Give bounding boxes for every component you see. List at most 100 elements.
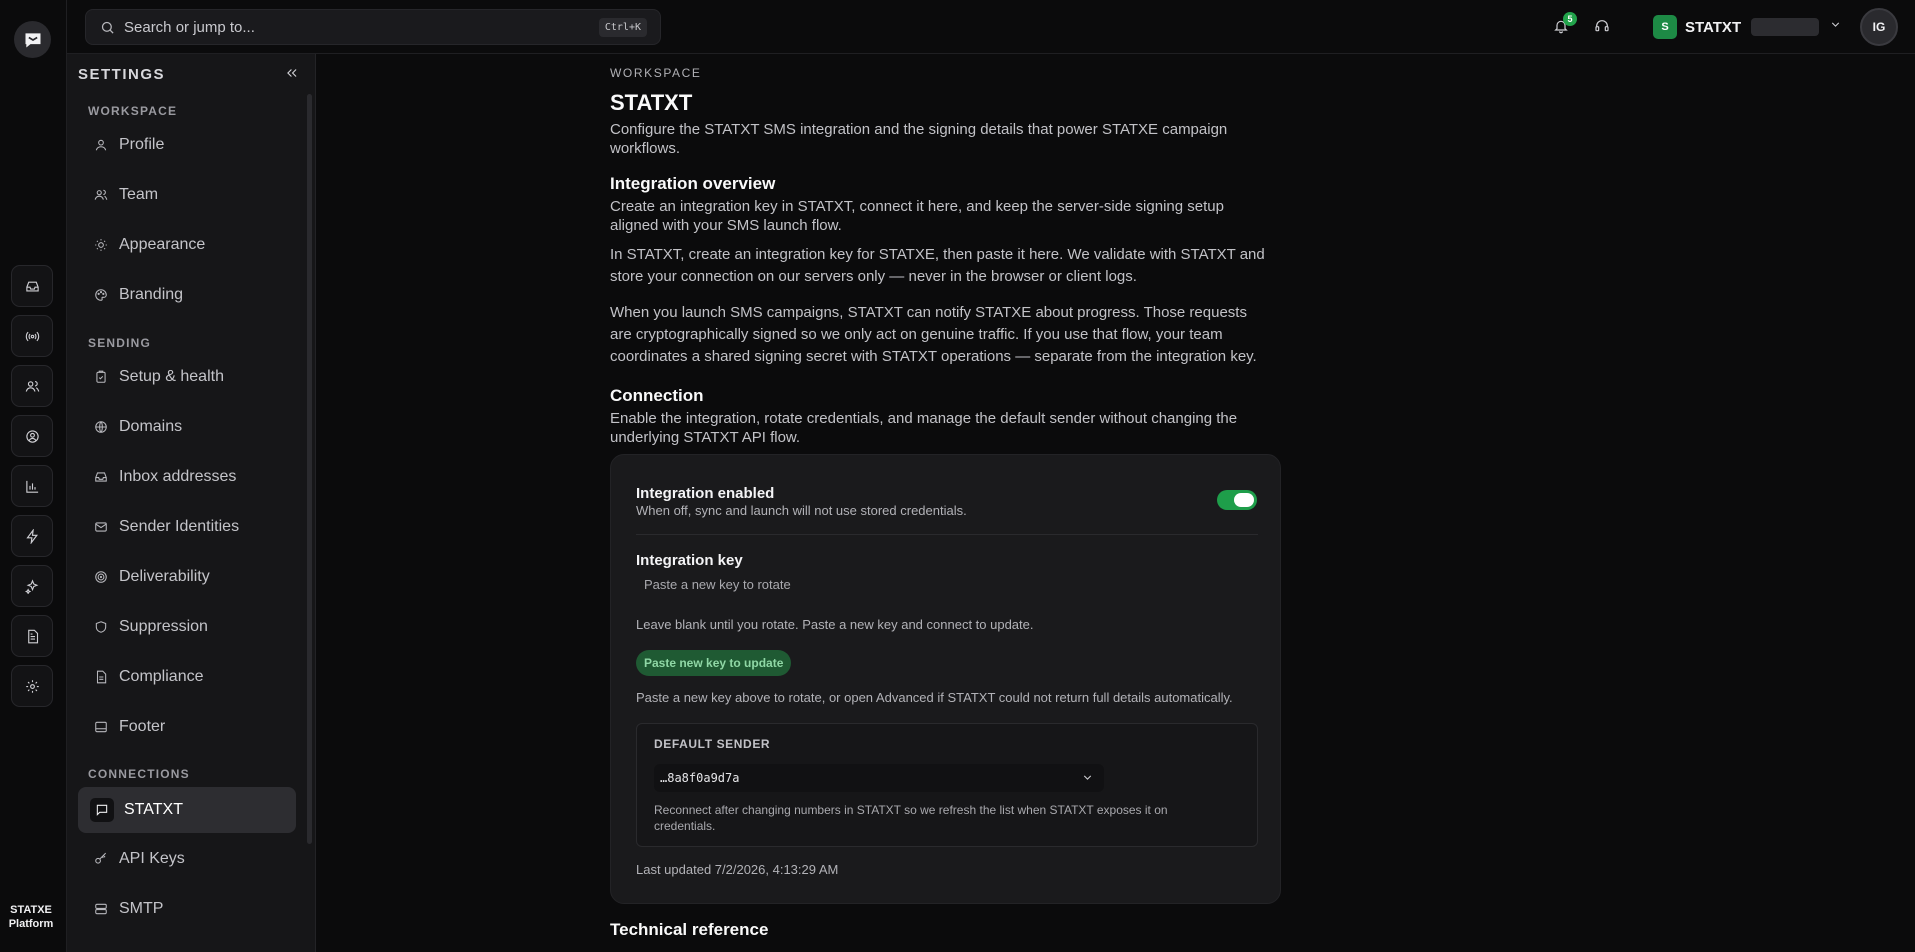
sidebar-item-label: API Keys [119,850,185,867]
sidebar-item-setup-health[interactable]: Setup & health [78,354,296,400]
message-icon [96,804,108,816]
overview-paragraph-1: In STATXT, create an integration key for… [610,246,1265,285]
brand-line-1: STATXE [10,904,52,916]
user-avatar[interactable]: IG [1860,8,1898,46]
notifications-button[interactable]: 5 [1551,12,1577,36]
ai-icon [24,578,38,594]
rail-ai-button[interactable] [11,565,53,607]
sidebar-item-smtp[interactable]: SMTP [78,886,296,932]
search-shortcut-hint: Ctrl+K [598,18,647,37]
workspace-chevron [1829,18,1842,36]
collapse-sidebar-button[interactable] [285,66,299,85]
sidebar-item-label: Inbox addresses [119,468,237,485]
account-icon [25,429,39,443]
sidebar-item-label: Suppression [119,618,208,635]
inbox-icon [25,281,39,291]
integration-key-help: Leave blank until you rotate. Paste a ne… [636,617,1034,632]
footer-icon [95,721,107,733]
sidebar-title: SETTINGS [78,66,166,83]
connection-heading: Connection [610,386,704,405]
default-sender-panel: DEFAULT SENDER …8a8f0a9d7a Reconnect aft… [636,723,1258,847]
sidebar-scrollbar[interactable] [307,94,312,844]
top-bar: Search or jump to... Ctrl+K 5 S STATXT I… [67,0,1915,54]
rail-settings-button[interactable] [11,665,53,707]
automation-icon [25,528,38,544]
rail-broadcast-button[interactable] [11,315,53,357]
sidebar-item-appearance[interactable]: Appearance [78,222,296,268]
search-icon [101,21,114,34]
sidebar-item-label: SMTP [119,900,164,917]
target-icon [95,571,107,583]
sidebar-item-suppression[interactable]: Suppression [78,604,296,650]
integration-key-input[interactable] [636,573,1258,595]
section-workspace-label: WORKSPACE [88,104,178,118]
settings-icon [25,679,39,693]
workspace-name: STATXT [1685,18,1742,36]
rail-inbox-button[interactable] [11,265,53,307]
sidebar-item-label: Compliance [119,668,204,685]
sidebar-item-domains[interactable]: Domains [78,404,296,450]
connection-lead: Enable the integration, rotate credentia… [610,410,1238,446]
sidebar-item-inbox-addresses[interactable]: Inbox addresses [78,454,296,500]
sidebar-item-label: Domains [119,418,183,435]
global-search[interactable]: Search or jump to... Ctrl+K [85,9,661,45]
sidebar-item-label: Setup & health [119,368,224,385]
overview-paragraph-2: When you launch SMS campaigns, STATXT ca… [610,304,1257,365]
toggle-knob [1234,493,1254,507]
integration-enabled-title: Integration enabled [636,485,775,502]
sidebar-item-deliverability[interactable]: Deliverability [78,554,296,600]
palette-icon [95,289,107,301]
section-connections-label: CONNECTIONS [88,767,190,781]
clipboard-icon [96,370,106,383]
key-icon [95,852,107,864]
connection-card: Integration enabled When off, sync and l… [610,454,1281,904]
sidebar-item-label: Footer [119,718,166,735]
mail-icon [95,522,107,532]
documents-icon [27,629,38,643]
chevron-down-icon [1831,22,1840,27]
workspace-avatar: S [1653,15,1677,39]
chevrons-left-icon [287,69,297,77]
integration-enabled-toggle[interactable] [1217,490,1257,510]
app-logo[interactable] [14,21,51,58]
sidebar-item-branding[interactable]: Branding [78,272,296,318]
sidebar-item-compliance[interactable]: Compliance [78,654,296,700]
analytics-icon [25,480,38,493]
rail-documents-button[interactable] [11,615,53,657]
chat-logo-icon [25,32,40,47]
headset-icon [1595,20,1609,32]
overview-lead: Create an integration key in STATXT, con… [610,198,1224,234]
rail-analytics-button[interactable] [11,465,53,507]
overview-heading: Integration overview [610,174,776,193]
workspace-plan-badge [1751,18,1820,36]
sidebar-item-statxt[interactable]: STATXT [78,787,296,833]
sidebar-item-profile[interactable]: Profile [78,122,296,168]
settings-sidebar: SETTINGS WORKSPACE Profile Team Appearan… [67,54,316,952]
section-sending-label: SENDING [88,336,152,350]
paste-new-key-button[interactable]: Paste new key to update [636,650,792,676]
rail-account-button[interactable] [11,415,53,457]
default-sender-label: DEFAULT SENDER [654,737,771,751]
sidebar-item-team[interactable]: Team [78,172,296,218]
support-button[interactable] [1592,16,1612,36]
sidebar-item-label: Appearance [119,236,206,253]
sidebar-item-api-keys[interactable]: API Keys [78,836,296,882]
inbox-icon [95,472,107,482]
last-updated-timestamp: Last updated 7/2/2026, 4:13:29 AM [636,862,839,877]
search-placeholder: Search or jump to... [124,18,255,36]
contacts-icon [25,380,39,392]
default-sender-value: …8a8f0a9d7a [660,771,740,785]
rail-contacts-button[interactable] [11,365,53,407]
default-sender-select[interactable]: …8a8f0a9d7a [654,764,1104,792]
rail-automation-button[interactable] [11,515,53,557]
globe-icon [95,421,107,433]
server-icon [95,903,107,915]
notification-count-badge: 5 [1563,12,1577,26]
sidebar-item-sender-identities[interactable]: Sender Identities [78,504,296,550]
workspace-switcher[interactable]: S STATXT [1653,13,1842,41]
integration-key-note: Paste a new key above to rotate, or open… [636,690,1233,705]
sidebar-item-label: Deliverability [119,568,210,585]
brand-line-2: Platform [8,918,54,930]
sidebar-item-footer[interactable]: Footer [78,704,296,750]
shield-icon [95,621,107,633]
